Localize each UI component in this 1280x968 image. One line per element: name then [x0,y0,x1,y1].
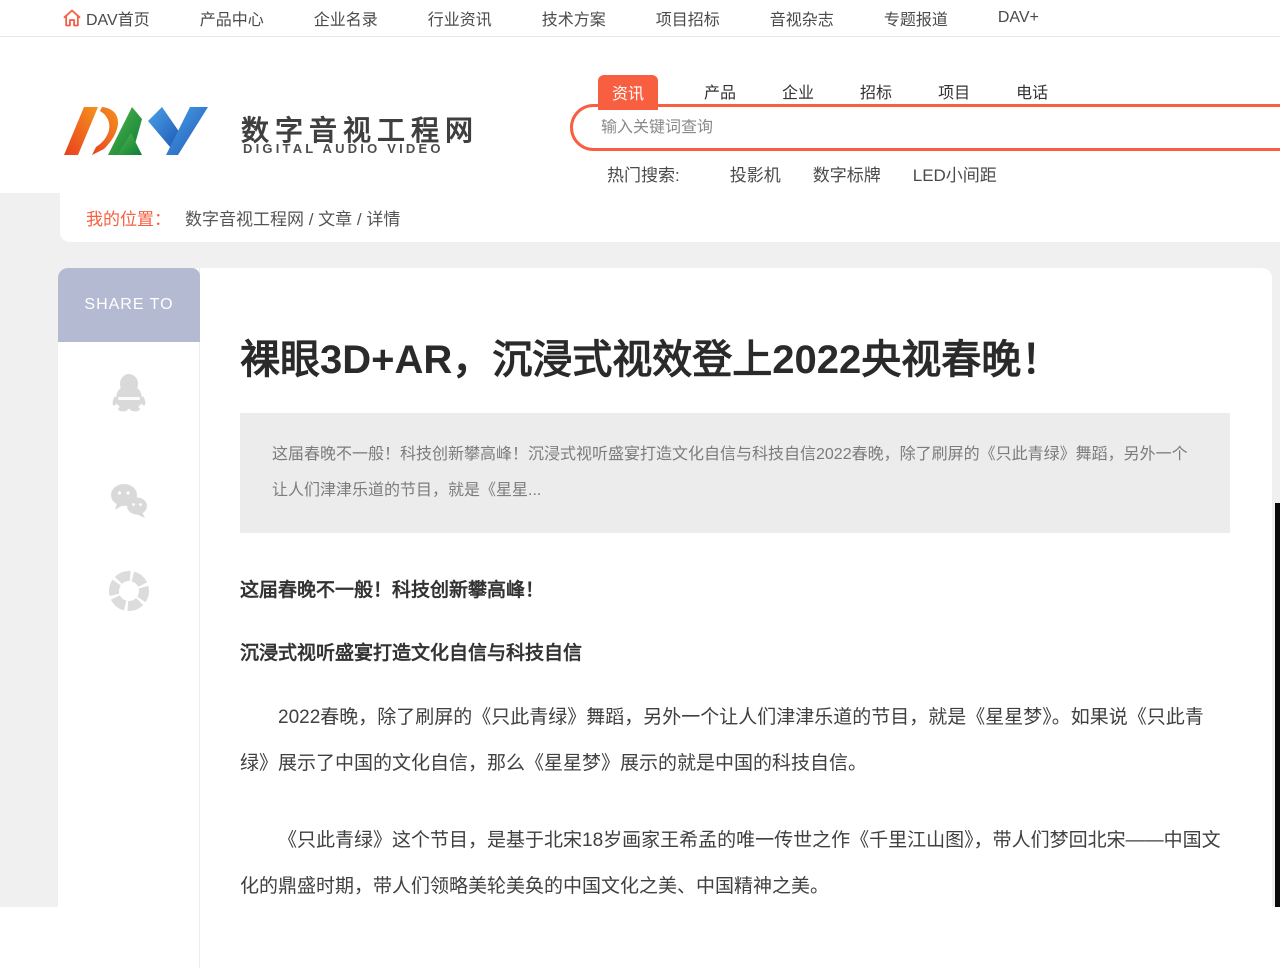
nav-item-special-reports[interactable]: 专题报道 [884,6,948,30]
dav-logo-icon [62,99,227,161]
article-subhead-2: 沉浸式视听盛宴打造文化自信与科技自信 [240,638,1230,665]
search-tabs: 资讯 产品 企业 招标 项目 电话 [598,75,1048,110]
article-summary: 这届春晚不一般！科技创新攀高峰！沉浸式视听盛宴打造文化自信与科技自信2022春晚… [240,413,1230,533]
breadcrumb-label: 我的位置： [86,205,171,230]
nav-item-home[interactable]: DAV首页 [62,6,150,30]
nav-item-products[interactable]: 产品中心 [200,6,264,30]
article-paragraph-1: 2022春晚，除了刷屏的《只此青绿》舞蹈，另外一个让人们津津乐道的节目，就是《星… [240,695,1230,788]
hot-search-row: 热门搜索: 投影机 数字标牌 LED小间距 [607,161,997,186]
home-icon [62,8,82,28]
search-tab-products[interactable]: 产品 [704,79,736,110]
search-input[interactable] [601,119,1201,137]
search-tab-projects[interactable]: 项目 [938,79,970,110]
search-bar [570,104,1280,151]
search-tab-companies[interactable]: 企业 [782,79,814,110]
wechat-icon[interactable] [108,480,150,522]
hot-keyword-digital-signage[interactable]: 数字标牌 [813,161,881,186]
nav-item-dav-plus[interactable]: DAV+ [998,9,1039,27]
nav-item-solutions[interactable]: 技术方案 [542,6,606,30]
nav-item-av-magazine[interactable]: 音视杂志 [770,6,834,30]
nav-item-project-bids[interactable]: 项目招标 [656,6,720,30]
article-title: 裸眼3D+AR，沉浸式视效登上2022央视春晚！ [240,334,1180,387]
nav-item-industry-news[interactable]: 行业资讯 [428,6,492,30]
logo-subtitle: DIGITAL AUDIO VIDEO [243,141,444,156]
search-tab-phone[interactable]: 电话 [1016,79,1048,110]
nav-item-label: DAV首页 [86,6,150,30]
aperture-icon[interactable] [108,570,150,612]
search-tab-bids[interactable]: 招标 [860,79,892,110]
article-subhead-1: 这届春晚不一般！科技创新攀高峰！ [240,575,1230,602]
article-paragraph-2: 《只此青绿》这个节目，是基于北宋18岁画家王希孟的唯一传世之作《千里江山图》，带… [240,818,1230,911]
share-to-header: SHARE TO [58,268,200,342]
hot-keyword-led[interactable]: LED小间距 [913,161,997,186]
nav-item-companies[interactable]: 企业名录 [314,6,378,30]
top-nav: DAV首页 产品中心 企业名录 行业资讯 技术方案 项目招标 音视杂志 专题报道… [0,0,1280,37]
breadcrumb: 我的位置： 数字音视工程网 / 文章 / 详情 [60,193,1280,242]
search-tab-news[interactable]: 资讯 [598,75,658,110]
scrollbar-thumb[interactable] [1275,503,1280,907]
site-header: 数字音视工程网 DIGITAL AUDIO VIDEO 资讯 产品 企业 招标 … [0,37,1280,193]
article-body: 裸眼3D+AR，沉浸式视效登上2022央视春晚！ 这届春晚不一般！科技创新攀高峰… [240,268,1230,911]
qq-icon[interactable] [108,370,150,412]
hot-keyword-projector[interactable]: 投影机 [730,161,781,186]
hot-search-label: 热门搜索: [607,161,680,186]
breadcrumb-path[interactable]: 数字音视工程网 / 文章 / 详情 [185,205,400,230]
article-card: SHARE TO 裸眼3D+AR，沉浸式视效登上2022央视春晚！ 这届春晚不 [58,268,1272,968]
share-column: SHARE TO [58,268,200,968]
